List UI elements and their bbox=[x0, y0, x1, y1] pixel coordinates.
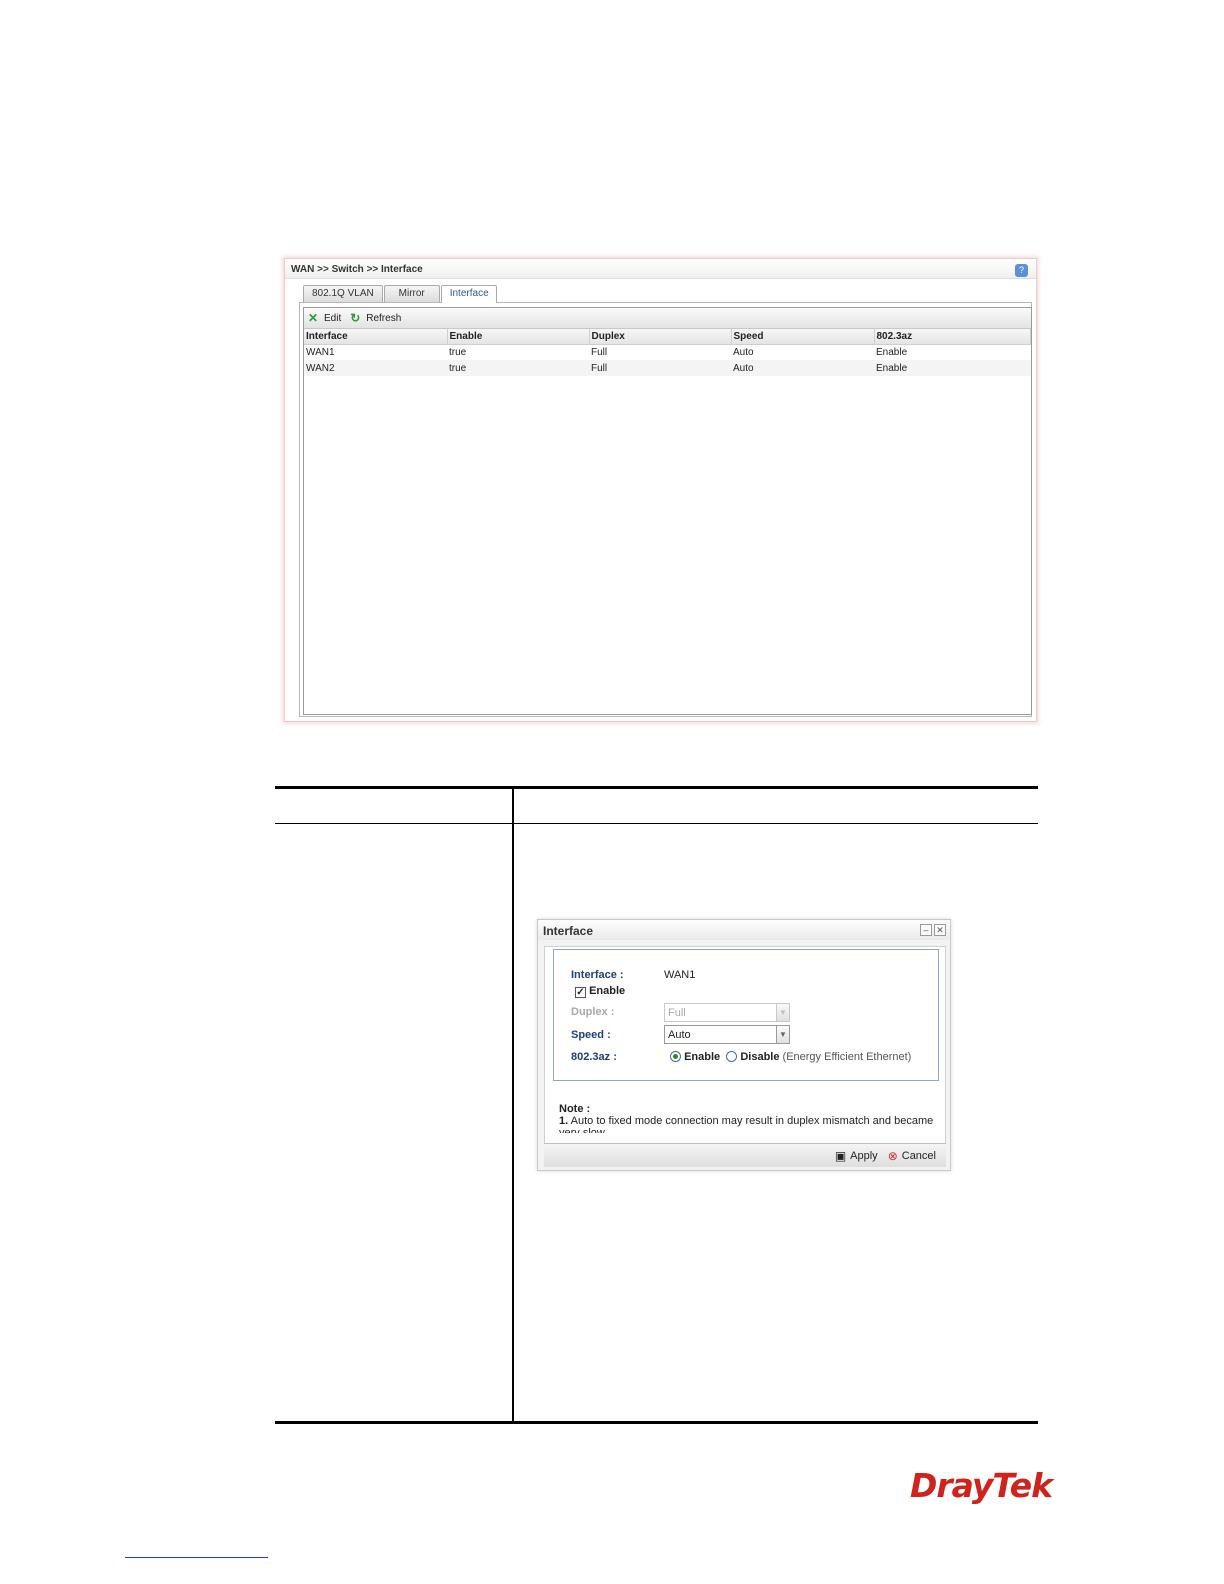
apply-label: Apply bbox=[850, 1149, 878, 1162]
802-3az-options: Enable Disable (Energy Efficient Etherne… bbox=[670, 1051, 911, 1063]
refresh-icon: ↻ bbox=[350, 311, 361, 325]
enable-label: Enable bbox=[589, 985, 626, 997]
cell-802-3az: Enable bbox=[876, 346, 908, 358]
az-disable-label: Disable bbox=[740, 1051, 780, 1063]
column-header-enable[interactable]: Enable bbox=[447, 329, 590, 345]
duplex-select: Full ▼ bbox=[664, 1003, 790, 1022]
edit-button[interactable]: ✕ Edit bbox=[308, 312, 341, 324]
minimize-icon[interactable]: – bbox=[920, 924, 932, 936]
footer-link-underline bbox=[125, 1557, 268, 1558]
description-table-top-rule bbox=[275, 786, 1038, 789]
table-row[interactable]: WAN2 true Full Auto Enable bbox=[304, 360, 1031, 376]
interface-table: Interface Enable Duplex Speed 802.3az WA… bbox=[304, 329, 1031, 376]
note-number: 1. bbox=[559, 1115, 569, 1127]
az-enable-radio[interactable] bbox=[670, 1051, 681, 1062]
description-table-column-divider bbox=[512, 786, 514, 1424]
interface-list-screenshot: WAN >> Switch >> Interface ? 802.1Q VLAN… bbox=[284, 258, 1037, 722]
note-text: Auto to fixed mode connection may result… bbox=[559, 1115, 934, 1133]
column-header-duplex[interactable]: Duplex bbox=[589, 329, 732, 345]
note-section: Note : 1. Auto to fixed mode connection … bbox=[559, 1103, 939, 1133]
enable-checkbox[interactable]: ✓ bbox=[575, 987, 586, 998]
cell-speed: Auto bbox=[733, 346, 754, 358]
dialog-title: Interface bbox=[538, 920, 950, 940]
tab-802-1q-vlan[interactable]: 802.1Q VLAN bbox=[303, 285, 383, 302]
close-icon[interactable]: ✕ bbox=[934, 924, 946, 936]
toolbar: ✕ Edit ↻ Refresh bbox=[304, 308, 1031, 329]
table-row[interactable]: WAN1 true Full Auto Enable bbox=[304, 344, 1031, 360]
speed-value: Auto bbox=[668, 1029, 691, 1041]
cell-speed: Auto bbox=[731, 360, 874, 376]
draytek-logo: DrayTek bbox=[910, 1466, 1053, 1505]
tab-bar: 802.1Q VLAN Mirror Interface bbox=[303, 285, 498, 303]
column-header-interface[interactable]: Interface bbox=[304, 329, 448, 345]
cancel-button[interactable]: ⊗ Cancel bbox=[888, 1149, 936, 1163]
save-icon: ▣ bbox=[834, 1148, 847, 1163]
interface-edit-dialog: Interface – ✕ Interface : WAN1 ✓ Enable … bbox=[537, 919, 951, 1171]
description-table-header-rule bbox=[275, 823, 1038, 824]
tab-mirror[interactable]: Mirror bbox=[383, 285, 440, 302]
refresh-button[interactable]: ↻ Refresh bbox=[350, 312, 401, 324]
help-icon[interactable]: ? bbox=[1015, 264, 1028, 277]
cell-interface: WAN1 bbox=[306, 346, 335, 358]
tab-interface[interactable]: Interface bbox=[440, 285, 497, 303]
cancel-icon: ⊗ bbox=[887, 1148, 898, 1163]
note-title: Note : bbox=[559, 1103, 591, 1115]
description-table-bottom-rule bbox=[275, 1421, 1038, 1424]
dialog-footer: ▣ Apply ⊗ Cancel bbox=[544, 1143, 946, 1167]
column-header-802-3az[interactable]: 802.3az bbox=[874, 329, 1031, 345]
cell-enable: true bbox=[447, 360, 589, 376]
speed-select[interactable]: Auto ▼ bbox=[664, 1025, 790, 1044]
apply-button[interactable]: ▣ Apply bbox=[835, 1149, 878, 1163]
interface-label: Interface : bbox=[571, 969, 624, 981]
window-controls: – ✕ bbox=[918, 924, 946, 936]
settings-group: Interface : WAN1 ✓ Enable Duplex : Full … bbox=[553, 949, 939, 1081]
table-header-row: Interface Enable Duplex Speed 802.3az bbox=[304, 329, 1031, 345]
duplex-label: Duplex : bbox=[571, 1006, 615, 1018]
cell-802-3az: Enable bbox=[874, 360, 1031, 376]
802-3az-label: 802.3az : bbox=[571, 1051, 617, 1063]
az-enable-label: Enable bbox=[684, 1051, 721, 1063]
speed-label: Speed : bbox=[571, 1029, 611, 1041]
cell-duplex: Full bbox=[591, 346, 608, 358]
edit-label: Edit bbox=[324, 312, 342, 324]
interface-panel: ✕ Edit ↻ Refresh Interface Enable Duplex… bbox=[303, 307, 1032, 715]
cell-duplex: Full bbox=[589, 360, 731, 376]
edit-icon: ✕ bbox=[308, 311, 319, 325]
chevron-down-icon: ▼ bbox=[776, 1003, 790, 1022]
enable-checkbox-row: ✓ Enable bbox=[575, 985, 625, 998]
az-hint: (Energy Efficient Ethernet) bbox=[782, 1051, 912, 1063]
breadcrumb: WAN >> Switch >> Interface bbox=[285, 259, 1036, 279]
duplex-value: Full bbox=[668, 1007, 686, 1019]
interface-value: WAN1 bbox=[664, 969, 696, 981]
cell-interface: WAN2 bbox=[304, 360, 447, 376]
dialog-body: Interface : WAN1 ✓ Enable Duplex : Full … bbox=[544, 946, 946, 1167]
cancel-label: Cancel bbox=[901, 1149, 936, 1162]
column-header-speed[interactable]: Speed bbox=[731, 329, 875, 345]
chevron-down-icon[interactable]: ▼ bbox=[776, 1025, 790, 1044]
az-disable-radio[interactable] bbox=[726, 1051, 738, 1062]
note-item: 1. Auto to fixed mode connection may res… bbox=[559, 1115, 939, 1133]
cell-enable: true bbox=[449, 346, 467, 358]
refresh-label: Refresh bbox=[366, 312, 402, 324]
